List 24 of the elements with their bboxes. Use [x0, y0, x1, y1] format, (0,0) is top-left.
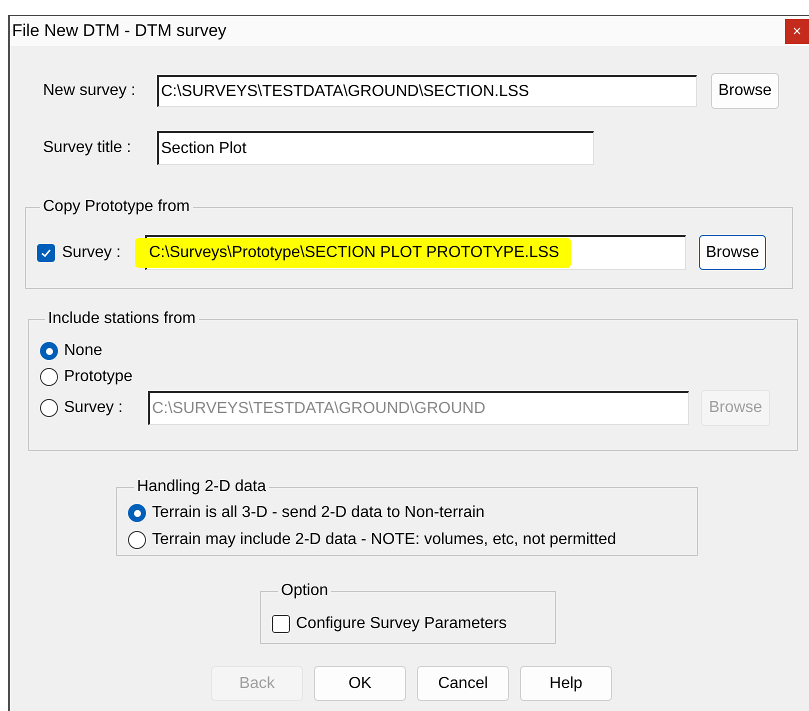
- input-field[interactable]: Section Plot: [157, 131, 594, 165]
- radio-label: Prototype: [64, 367, 132, 387]
- dialog-button[interactable]: Cancel: [417, 666, 509, 701]
- window-title: File New DTM - DTM survey: [11, 20, 226, 42]
- checkbox-label: Configure Survey Parameters: [296, 614, 507, 634]
- field-label: New survey :: [43, 81, 136, 101]
- browse-button[interactable]: Browse: [699, 235, 766, 270]
- radio-button[interactable]: [128, 504, 146, 522]
- radio-label: Terrain may include 2-D data - NOTE: volumes, etc, not permitted: [152, 530, 616, 550]
- input-field[interactable]: C:\SURVEYS\TESTDATA\GROUND\SECTION.LSS: [157, 75, 697, 107]
- radio-label: Survey :: [64, 398, 124, 418]
- check-icon: [40, 246, 52, 258]
- checkbox[interactable]: [37, 244, 55, 262]
- field-label: Survey title :: [43, 138, 132, 158]
- radio-button[interactable]: [128, 531, 146, 549]
- checkbox[interactable]: [272, 615, 290, 633]
- radio-label: Terrain is all 3-D - send 2-D data to Non-terrain: [152, 503, 485, 523]
- dialog-button[interactable]: Help: [520, 666, 612, 701]
- browse-button[interactable]: Browse: [711, 73, 779, 109]
- highlighted-text: C:\Surveys\Prototype\SECTION PLOT PROTOTYPE.LSS: [135, 238, 572, 268]
- dialog-button[interactable]: OK: [314, 666, 406, 701]
- checkbox-label: Survey :: [62, 242, 122, 262]
- radio-label: None: [64, 341, 102, 361]
- close-button[interactable]: ×: [785, 18, 809, 44]
